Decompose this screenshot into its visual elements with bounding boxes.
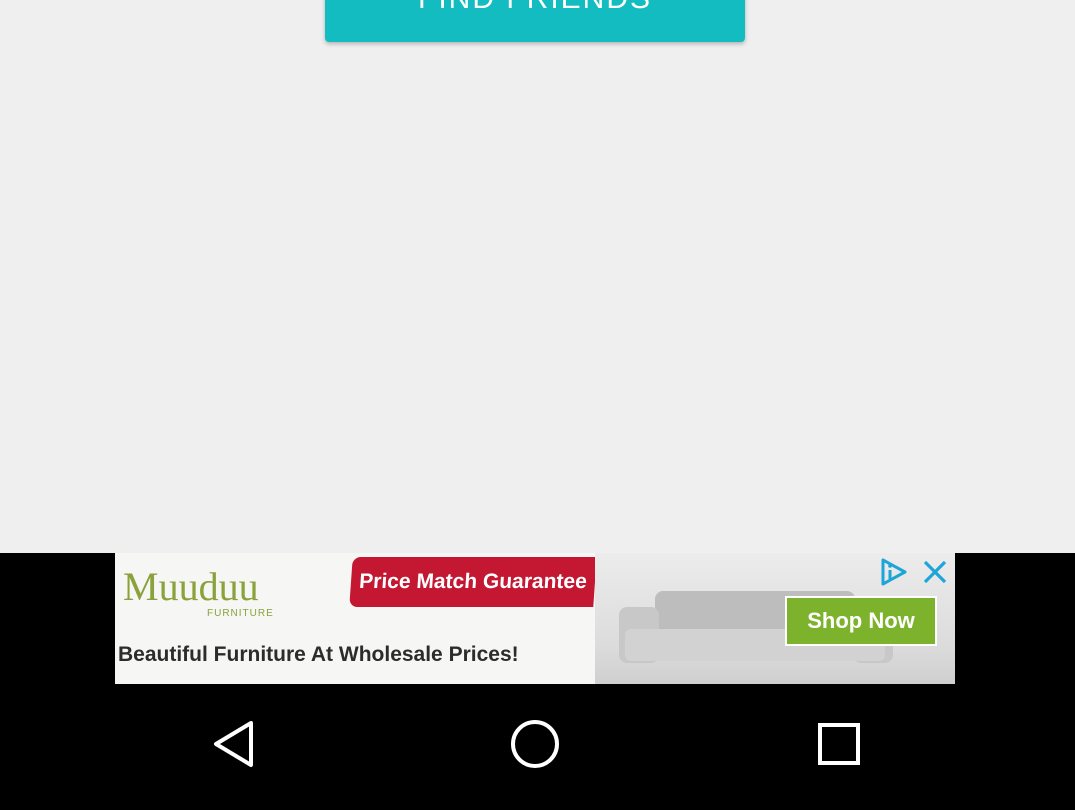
ad-tagline: Beautiful Furniture At Wholesale Prices! (118, 643, 519, 666)
app-screen: FIND FRIENDS Muuduu FURNITURE Price Matc… (0, 0, 1075, 810)
home-circle-icon[interactable] (505, 714, 565, 774)
system-nav-bar (0, 684, 1075, 810)
price-match-label: Price Match Guarantee (358, 570, 588, 593)
back-triangle-icon[interactable] (202, 714, 262, 774)
shop-now-button[interactable]: Shop Now (785, 596, 937, 646)
close-icon[interactable] (915, 555, 955, 589)
ad-text-panel: Muuduu FURNITURE Price Match Guarantee B… (115, 553, 597, 684)
ad-container: Muuduu FURNITURE Price Match Guarantee B… (0, 553, 1075, 684)
find-friends-label: FIND FRIENDS (418, 0, 652, 16)
ad-brand-logo: Muuduu (123, 564, 259, 609)
main-content: FIND FRIENDS (0, 0, 1075, 553)
ad-brand-subtitle: FURNITURE (207, 608, 274, 619)
shop-now-label: Shop Now (807, 608, 915, 633)
price-match-banner: Price Match Guarantee (349, 557, 597, 607)
find-friends-button[interactable]: FIND FRIENDS (325, 0, 745, 42)
recents-square-icon[interactable] (809, 714, 869, 774)
ad-banner[interactable]: Muuduu FURNITURE Price Match Guarantee B… (115, 553, 955, 684)
ad-choices-icon[interactable] (873, 555, 913, 589)
